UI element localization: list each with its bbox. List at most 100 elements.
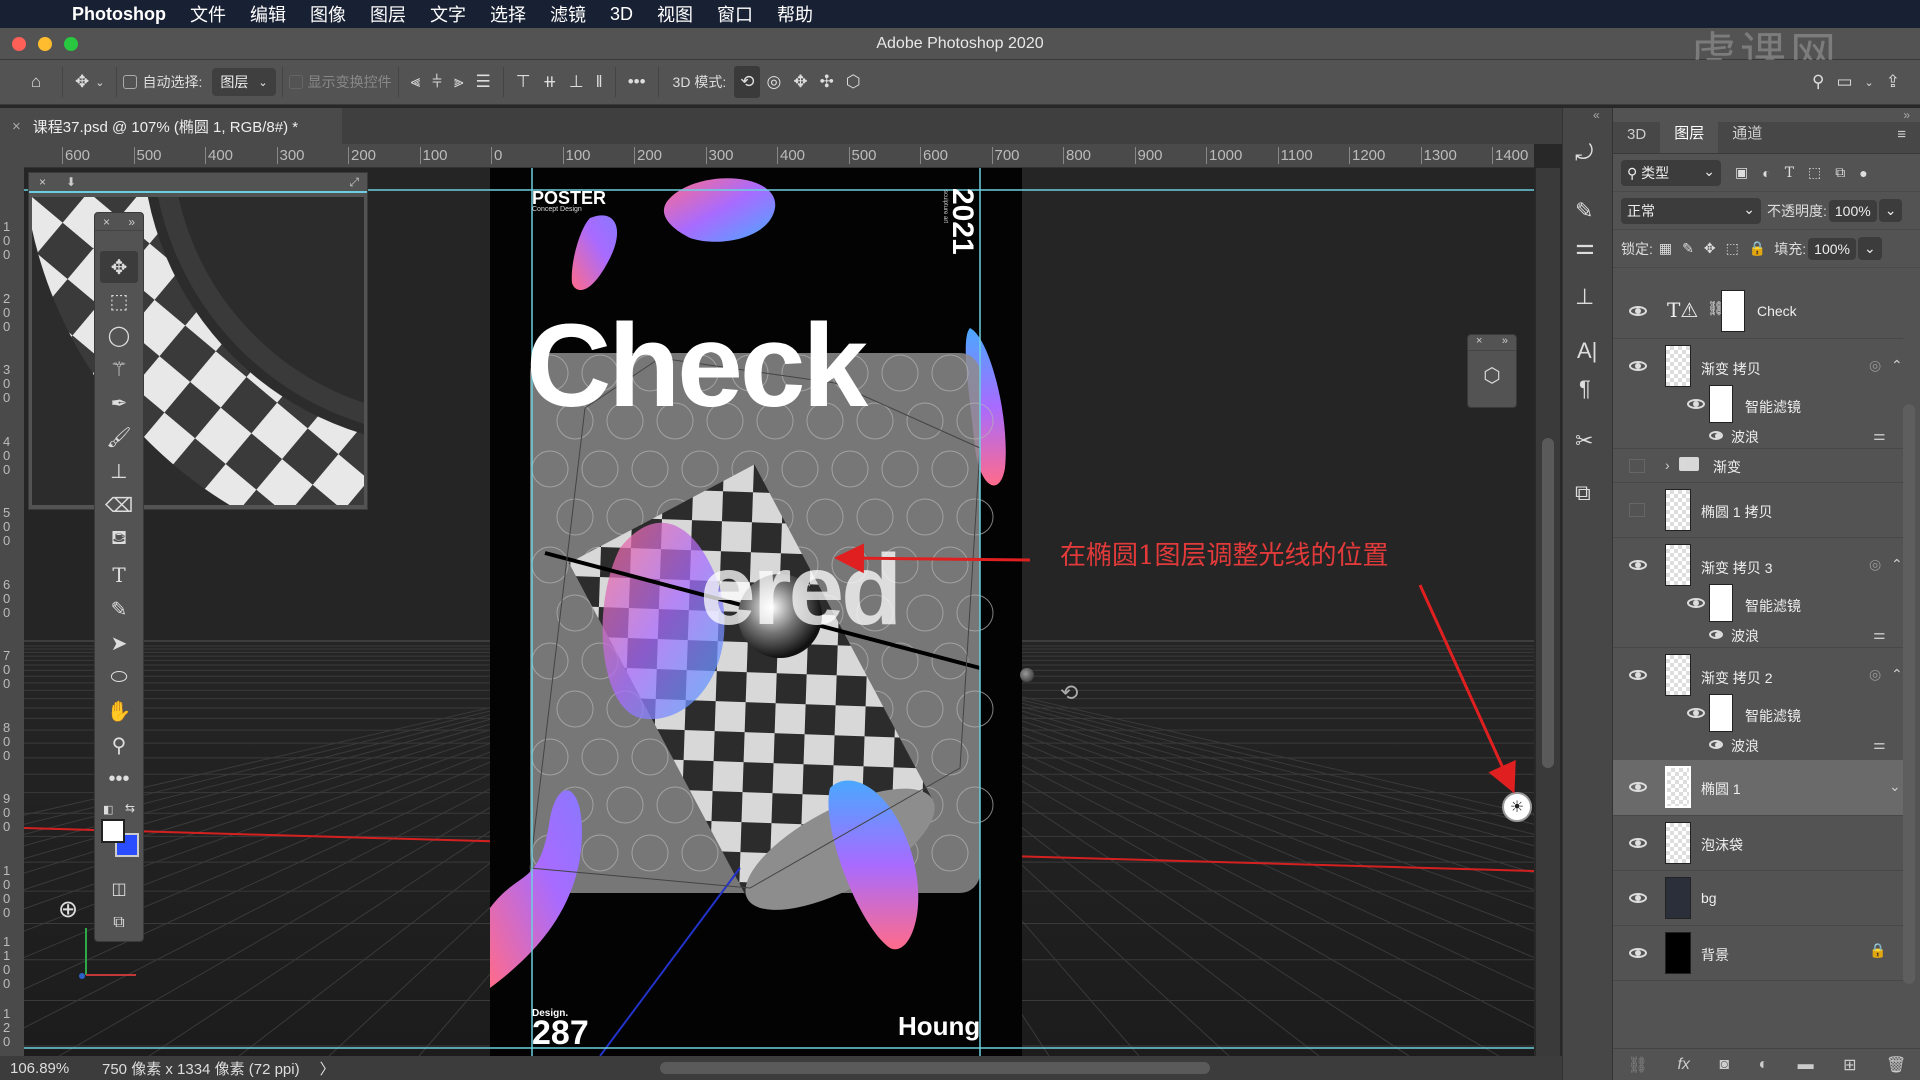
layer-row[interactable]: 泡沫袋 xyxy=(1613,816,1903,871)
smart-filter-eye-icon[interactable] xyxy=(1687,399,1705,409)
filter-toggle[interactable]: ● xyxy=(1859,165,1867,181)
new-group-icon[interactable]: ▬ xyxy=(1798,1056,1814,1074)
filter-effects-icon[interactable]: ◎ xyxy=(1869,357,1881,374)
fill-dropdown-icon[interactable]: ⌄ xyxy=(1857,237,1882,260)
layer-name[interactable]: 背景 xyxy=(1701,945,1729,965)
lock-image-icon[interactable]: ✎ xyxy=(1682,240,1694,257)
paragraph-panel-icon[interactable]: ¶ xyxy=(1579,376,1591,402)
fx-icon[interactable]: fx xyxy=(1677,1056,1689,1074)
foreground-color-swatch[interactable] xyxy=(101,819,125,843)
layer-row[interactable]: 渐变 拷贝 3 ◎ ⌃ 智能滤镜 波浪 ⚌ xyxy=(1613,538,1903,648)
delete-layer-icon[interactable]: 🗑 xyxy=(1886,1055,1906,1075)
brushes-panel-icon[interactable]: ⚌ xyxy=(1575,234,1595,260)
filter-shape-icon[interactable]: ⬚ xyxy=(1808,164,1821,181)
brush-settings-icon[interactable]: ✎ xyxy=(1575,198,1593,224)
visibility-eye-icon[interactable] xyxy=(1629,306,1647,316)
visibility-eye-icon[interactable] xyxy=(1629,782,1647,792)
status-menu-arrow[interactable]: 〉 xyxy=(320,1058,335,1079)
close-panel-icon[interactable]: × xyxy=(1476,335,1482,350)
navigator-panel[interactable]: × ⬇ ⤢ xyxy=(28,172,368,510)
smart-filter-mask[interactable] xyxy=(1709,694,1733,732)
more-tools-icon[interactable]: ••• xyxy=(100,763,138,795)
filter-blending-options-icon[interactable]: ⚌ xyxy=(1873,427,1886,444)
expand-toolbar-icon[interactable]: » xyxy=(128,215,135,229)
layer-mask-thumbnail[interactable] xyxy=(1721,290,1745,332)
layer-name[interactable]: 椭圆 1 xyxy=(1701,779,1741,799)
lock-all-icon[interactable]: 🔒 xyxy=(1749,240,1766,257)
new-layer-icon[interactable]: ⊞ xyxy=(1843,1055,1856,1075)
lock-transparent-icon[interactable]: ▦ xyxy=(1659,240,1672,257)
visibility-eye-icon[interactable] xyxy=(1629,670,1647,680)
filter-name[interactable]: 波浪 xyxy=(1731,736,1759,756)
eraser-tool-icon[interactable]: ⌫ xyxy=(100,489,138,521)
tab-layers[interactable]: 图层 xyxy=(1660,112,1719,153)
add-mask-icon[interactable]: ◙ xyxy=(1719,1056,1729,1074)
3d-panel-widget[interactable]: × » ⬡ xyxy=(1467,334,1517,408)
close-panel-icon[interactable]: × xyxy=(39,175,46,189)
expand-panel-icon[interactable]: » xyxy=(1903,108,1910,122)
navigator-import-icon[interactable]: ⬇ xyxy=(66,175,76,189)
smart-filter-mask[interactable] xyxy=(1709,385,1733,423)
brush-tool-icon[interactable]: 🖌 xyxy=(100,421,138,453)
expand-group-icon[interactable]: › xyxy=(1665,457,1670,473)
expand-3d-layer-icon[interactable]: ⌄ xyxy=(1889,778,1901,795)
filter-eye-icon[interactable] xyxy=(1709,630,1723,639)
filter-blending-options-icon[interactable]: ⚌ xyxy=(1873,626,1886,643)
layer-row[interactable]: 背景 🔒 xyxy=(1613,926,1903,981)
visibility-eye-icon[interactable] xyxy=(1629,948,1647,958)
navigator-expand-icon[interactable]: ⤢ xyxy=(349,175,359,190)
layer-name[interactable]: 椭圆 1 拷贝 xyxy=(1701,502,1773,522)
clone-source-icon[interactable]: ⊥ xyxy=(1575,284,1594,310)
zoom-tool-icon[interactable]: ⚲ xyxy=(100,729,138,761)
fill-input[interactable]: 100% xyxy=(1808,237,1856,260)
default-colors-icon[interactable]: ◧ xyxy=(103,803,113,816)
zoom-level[interactable]: 106.89% xyxy=(10,1060,82,1077)
close-toolbar-icon[interactable]: × xyxy=(103,215,110,229)
3d-properties-icon[interactable]: ⬡ xyxy=(1468,363,1516,388)
filter-effects-icon[interactable]: ◎ xyxy=(1869,556,1881,573)
visibility-empty-box[interactable] xyxy=(1629,459,1645,473)
eyedropper-tool-icon[interactable]: ✒ xyxy=(100,387,138,419)
magic-wand-tool-icon[interactable]: ⚚ xyxy=(100,353,138,385)
path-selection-tool-icon[interactable]: ➤ xyxy=(100,627,138,659)
filter-eye-icon[interactable] xyxy=(1709,740,1723,749)
history-panel-icon[interactable]: ⤾ xyxy=(1575,140,1593,166)
ellipse-tool-icon[interactable]: ⬭ xyxy=(100,661,138,693)
filter-effects-icon[interactable]: ◎ xyxy=(1869,666,1881,683)
blend-mode-dropdown[interactable]: 正常 ⌄ xyxy=(1621,197,1761,224)
scrollbar-thumb[interactable] xyxy=(1542,438,1554,768)
lock-position-icon[interactable]: ✥ xyxy=(1704,240,1716,257)
collapse-filters-icon[interactable]: ⌃ xyxy=(1891,357,1903,374)
stamp-tool-icon[interactable]: ⊥ xyxy=(100,455,138,487)
libraries-panel-icon[interactable]: ⧉ xyxy=(1575,480,1591,506)
layer-name[interactable]: 渐变 拷贝 xyxy=(1701,359,1761,379)
layers-scrollbar[interactable] xyxy=(1903,404,1915,984)
filter-type-icon[interactable]: T xyxy=(1785,165,1794,181)
collapse-strip-icon[interactable]: « xyxy=(1593,108,1600,122)
filter-blending-options-icon[interactable]: ⚌ xyxy=(1873,736,1886,753)
layer-row[interactable]: bg xyxy=(1613,871,1903,926)
visibility-eye-icon[interactable] xyxy=(1629,838,1647,848)
type-tool-icon[interactable]: T xyxy=(100,559,138,591)
collapse-filters-icon[interactable]: ⌃ xyxy=(1891,556,1903,573)
visibility-eye-icon[interactable] xyxy=(1629,560,1647,570)
vertical-scrollbar[interactable] xyxy=(1536,168,1560,1056)
expand-panel-icon[interactable]: » xyxy=(1502,335,1508,350)
tab-3d[interactable]: 3D xyxy=(1613,116,1660,153)
layer-name[interactable]: 泡沫袋 xyxy=(1701,835,1743,855)
layer-name[interactable]: 渐变 xyxy=(1713,457,1741,477)
layer-row[interactable]: › 渐变 xyxy=(1613,449,1903,483)
pen-tool-icon[interactable]: ✎ xyxy=(100,593,138,625)
layer-row-selected[interactable]: 椭圆 1 ⌄ xyxy=(1613,760,1903,816)
visibility-eye-icon[interactable] xyxy=(1629,361,1647,371)
filter-eye-icon[interactable] xyxy=(1709,431,1723,440)
paint-bucket-tool-icon[interactable]: ⛾ xyxy=(100,523,138,555)
tab-channels[interactable]: 通道 xyxy=(1718,112,1776,153)
link-layers-icon[interactable]: ⛓ xyxy=(1628,1055,1648,1075)
layer-name[interactable]: 渐变 拷贝 3 xyxy=(1701,558,1773,578)
layer-row[interactable]: 椭圆 1 拷贝 xyxy=(1613,483,1903,538)
lock-artboard-icon[interactable]: ⬚ xyxy=(1726,240,1739,257)
filter-pixel-icon[interactable]: ▣ xyxy=(1735,164,1748,181)
quick-mask-icon[interactable]: ◫ xyxy=(100,873,138,905)
navigator-preview[interactable] xyxy=(32,197,364,505)
